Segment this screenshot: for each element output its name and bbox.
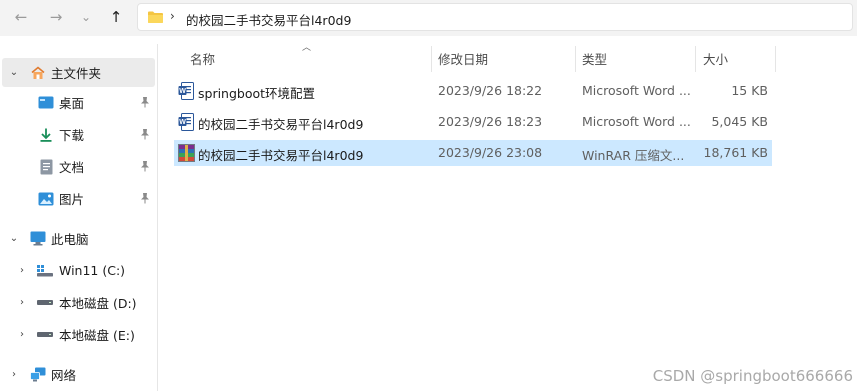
- sidebar-item-label: 本地磁盘 (D:): [59, 296, 137, 311]
- pin-icon: [140, 160, 150, 175]
- sidebar-item-label: 下载: [59, 128, 85, 143]
- file-size: 15 KB: [731, 83, 768, 98]
- file-type: Microsoft Word ...: [582, 114, 691, 129]
- chevron-right-icon[interactable]: ›: [16, 329, 28, 340]
- file-size: 5,045 KB: [711, 114, 768, 129]
- file-modified: 2023/9/26 18:23: [438, 114, 543, 129]
- sidebar-item-label: 本地磁盘 (E:): [59, 328, 135, 343]
- sidebar-item-label: 图片: [59, 192, 85, 207]
- network-icon: [30, 367, 46, 383]
- sidebar-item-downloads[interactable]: 下载: [0, 120, 157, 149]
- sidebar-item-drive-e[interactable]: › 本地磁盘 (E:): [0, 320, 157, 349]
- column-divider[interactable]: [695, 46, 696, 72]
- file-modified: 2023/9/26 23:08: [438, 145, 543, 160]
- home-icon: [30, 65, 46, 81]
- chevron-right-icon[interactable]: ›: [8, 369, 20, 380]
- file-row[interactable]: W 的校园二手书交易平台l4r0d9 2023/9/26 18:23 Micro…: [174, 109, 772, 135]
- sidebar-item-desktop[interactable]: 桌面: [0, 88, 157, 117]
- chevron-right-icon[interactable]: ›: [16, 297, 28, 308]
- file-type: Microsoft Word ...: [582, 83, 691, 98]
- svg-text:W: W: [179, 88, 186, 95]
- sidebar-item-network[interactable]: › 网络: [0, 360, 157, 389]
- chevron-down-icon: ⌄: [80, 10, 92, 24]
- desktop-icon: [38, 95, 54, 111]
- sidebar-item-drive-c[interactable]: › Win11 (C:): [0, 256, 157, 285]
- picture-icon: [38, 191, 54, 207]
- sidebar-item-label: 主文件夹: [51, 66, 102, 81]
- file-row-selected[interactable]: 的校园二手书交易平台l4r0d9 2023/9/26 23:08 WinRAR …: [174, 140, 772, 166]
- file-name: springboot环境配置: [198, 86, 316, 101]
- sidebar-item-drive-d[interactable]: › 本地磁盘 (D:): [0, 288, 157, 317]
- breadcrumb-current-folder[interactable]: 的校园二手书交易平台l4r0d9: [186, 10, 351, 29]
- disk-drive-icon: [37, 295, 53, 311]
- pane-divider[interactable]: [157, 44, 158, 391]
- pin-icon: [140, 96, 150, 111]
- windows-drive-icon: [37, 263, 53, 279]
- word-document-icon: W: [178, 82, 194, 100]
- column-header-size[interactable]: 大小: [703, 44, 773, 72]
- svg-text:W: W: [179, 119, 186, 126]
- document-icon: [38, 159, 54, 175]
- sidebar-item-label: 网络: [51, 368, 77, 383]
- back-button[interactable]: ←: [9, 6, 33, 28]
- chevron-right-icon[interactable]: ›: [16, 265, 28, 276]
- download-icon: [38, 127, 54, 143]
- file-row[interactable]: W springboot环境配置 2023/9/26 18:22 Microso…: [174, 78, 772, 104]
- toolbar: ← → ⌄ ↑ › 的校园二手书交易平台l4r0d9: [0, 0, 857, 36]
- breadcrumb-separator: ›: [170, 9, 175, 23]
- winrar-archive-icon: [178, 144, 195, 162]
- pin-icon: [140, 128, 150, 143]
- sidebar-item-this-pc[interactable]: ⌄ 此电脑: [0, 224, 157, 253]
- column-header-modified[interactable]: 修改日期: [438, 44, 574, 72]
- navigation-pane: ⌄ 主文件夹 桌面 下载 文档 图片 ⌄ 此电脑 › Win11 (C:) › …: [0, 44, 157, 391]
- watermark: CSDN @springboot666666: [652, 367, 853, 385]
- sidebar-item-documents[interactable]: 文档: [0, 152, 157, 181]
- address-bar[interactable]: › 的校园二手书交易平台l4r0d9: [137, 3, 853, 31]
- chevron-down-icon[interactable]: ⌄: [8, 233, 20, 244]
- back-arrow-icon: ←: [14, 8, 28, 26]
- file-name: 的校园二手书交易平台l4r0d9: [198, 117, 364, 132]
- sidebar-item-label: 文档: [59, 160, 85, 175]
- sidebar-item-pictures[interactable]: 图片: [0, 184, 157, 213]
- disk-drive-icon: [37, 327, 53, 343]
- up-button[interactable]: ↑: [104, 6, 128, 28]
- chevron-down-icon[interactable]: ⌄: [8, 67, 20, 78]
- recent-locations-button[interactable]: ⌄: [74, 6, 98, 28]
- word-document-icon: W: [178, 113, 194, 131]
- column-divider[interactable]: [775, 46, 776, 72]
- column-divider[interactable]: [431, 46, 432, 72]
- file-modified: 2023/9/26 18:22: [438, 83, 543, 98]
- forward-button[interactable]: →: [44, 6, 68, 28]
- sidebar-item-label: Win11 (C:): [59, 263, 126, 278]
- sidebar-item-home[interactable]: ⌄ 主文件夹: [2, 58, 155, 87]
- column-header-label: 大小: [703, 51, 729, 67]
- file-name: 的校园二手书交易平台l4r0d9: [198, 148, 364, 163]
- file-type: WinRAR 压缩文...: [582, 148, 685, 163]
- sidebar-item-label: 桌面: [59, 96, 85, 111]
- up-arrow-icon: ↑: [109, 8, 123, 26]
- file-size: 18,761 KB: [703, 145, 768, 160]
- column-header-type[interactable]: 类型: [582, 44, 692, 72]
- folder-icon: [147, 10, 164, 27]
- column-header-label: 名称: [190, 51, 216, 67]
- column-header-label: 修改日期: [438, 51, 489, 67]
- forward-arrow-icon: →: [49, 8, 63, 26]
- sidebar-item-label: 此电脑: [51, 232, 89, 247]
- column-header-label: 类型: [582, 51, 608, 67]
- column-header-name[interactable]: 名称: [190, 44, 430, 72]
- column-divider[interactable]: [575, 46, 576, 72]
- computer-icon: [30, 231, 46, 247]
- pin-icon: [140, 192, 150, 207]
